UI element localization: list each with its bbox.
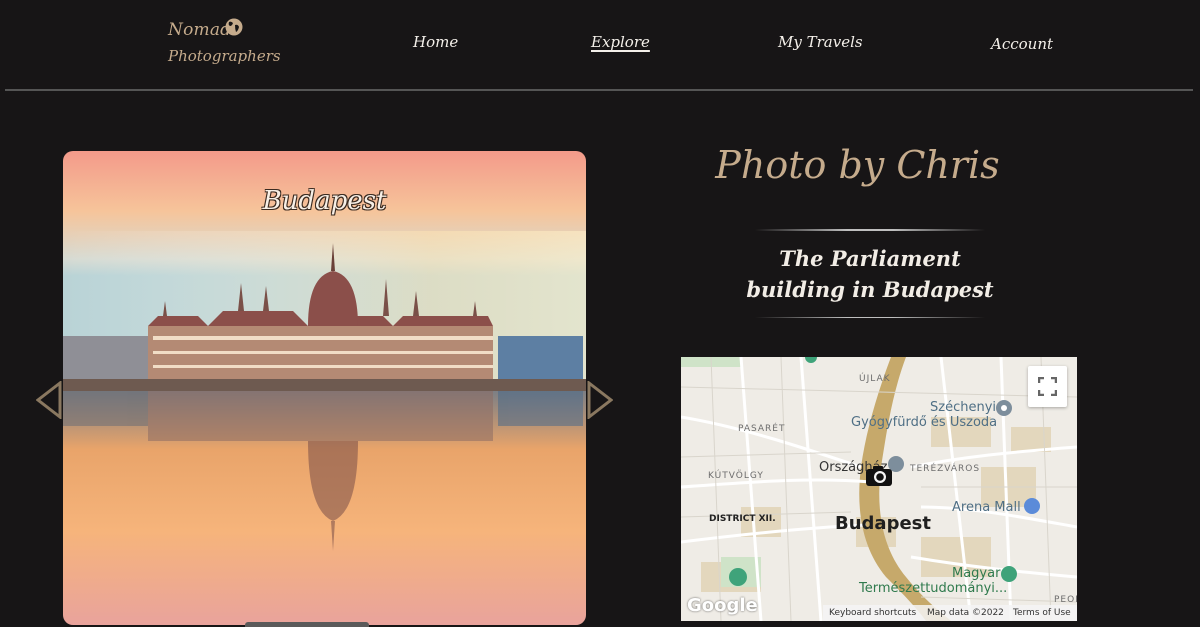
map-label-kutvolgy: KÚTVÖLGY — [708, 471, 764, 481]
map-label-peopl: PEOPL — [1054, 595, 1077, 605]
map-label-arena-mall[interactable]: Arena Mall — [952, 500, 1021, 515]
fullscreen-icon — [1038, 377, 1057, 396]
logo-text-line1: Nomad — [168, 20, 232, 40]
triangle-right-icon[interactable] — [587, 381, 613, 419]
fullscreen-button[interactable] — [1028, 366, 1067, 407]
map-label-terezvaros: TERÉZVÁROS — [910, 464, 981, 474]
photo-title: Photo by Chris — [715, 143, 1000, 187]
photo-description: The Parliament building in Budapest — [746, 246, 994, 302]
nav-home[interactable]: Home — [413, 33, 458, 51]
keyboard-shortcuts-link[interactable]: Keyboard shortcuts — [829, 608, 916, 618]
map-label-city: Budapest — [835, 513, 931, 534]
header: Nomad Photographers Home Explore My Trav… — [0, 0, 1200, 92]
google-logo: Google — [687, 595, 758, 616]
logo[interactable]: Nomad Photographers — [168, 18, 281, 74]
nav-my-travels[interactable]: My Travels — [778, 33, 863, 51]
nav-account[interactable]: Account — [991, 35, 1053, 53]
nav-explore[interactable]: Explore — [591, 33, 650, 51]
carousel-indicator[interactable] — [245, 622, 369, 627]
map-footer: Keyboard shortcuts Map data ©2022 Terms … — [823, 605, 1077, 621]
map-data-link[interactable]: Map data ©2022 — [927, 608, 1004, 618]
map-label-szechenyi-2[interactable]: Gyógyfürdő és Uszoda — [851, 415, 997, 430]
description-rule — [755, 317, 985, 318]
camera-icon[interactable] — [865, 465, 893, 487]
map-label-pasaret: PASARÉT — [738, 424, 786, 434]
map-label-ujlak: ÚJLAK — [859, 374, 891, 384]
map-label-termeszet[interactable]: Természettudományi... — [859, 581, 1007, 596]
photo-caption: Budapest — [262, 186, 387, 216]
map-label-district: DISTRICT XII. — [709, 514, 776, 524]
photo-carousel: Budapest — [63, 151, 586, 625]
title-rule — [755, 229, 985, 231]
triangle-left-icon[interactable] — [36, 381, 62, 419]
header-divider — [5, 89, 1193, 91]
terms-link[interactable]: Terms of Use — [1013, 608, 1071, 618]
logo-text-line2: Photographers — [168, 47, 281, 65]
parliament-photo — [63, 151, 586, 625]
globe-icon — [225, 18, 243, 36]
map-label-szechenyi-1[interactable]: Széchenyi — [930, 400, 996, 415]
location-map[interactable]: ÚJLAK PASARÉT Széchenyi Gyógyfürdő és Us… — [681, 357, 1077, 621]
map-label-magyar[interactable]: Magyar — [952, 566, 1000, 581]
